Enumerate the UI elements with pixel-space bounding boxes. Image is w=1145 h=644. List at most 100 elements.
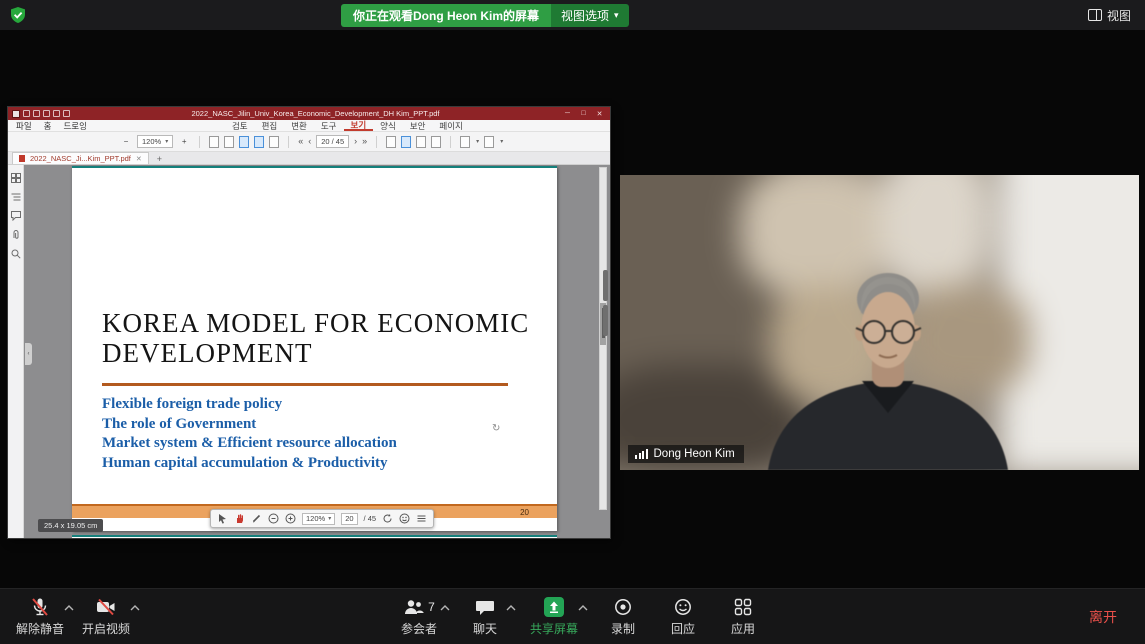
single-page-view-icon[interactable] [209, 136, 219, 148]
ribbon-tab-active[interactable]: 보기 [344, 120, 374, 131]
reaction-smiley-icon[interactable] [399, 513, 410, 524]
slide-page: KOREA MODEL FOR ECONOMIC DEVELOPMENT Fle… [72, 166, 557, 531]
security-shield-icon[interactable] [9, 6, 27, 24]
pointer-tool-icon[interactable] [217, 513, 228, 524]
ribbon-tab[interactable]: 양식 [373, 120, 403, 131]
floating-zoom-value: 120% [306, 514, 325, 523]
more-tools-icon[interactable] [484, 136, 494, 148]
start-video-button[interactable]: 开启视频 [76, 593, 136, 641]
zoom-out-button[interactable]: − [120, 136, 132, 148]
new-tab-button[interactable]: + [153, 154, 166, 164]
share-screen-button[interactable]: 共享屏幕 [524, 593, 584, 641]
participants-options-chevron[interactable] [440, 605, 450, 611]
pdf-app-icon [12, 110, 20, 118]
toolbar-menu-icon[interactable] [416, 513, 427, 524]
two-page-view-icon[interactable] [239, 136, 249, 148]
ribbon-tab[interactable]: 편집 [255, 120, 285, 131]
ribbon-tab[interactable]: 검토 [225, 120, 255, 131]
zoom-level-select[interactable]: 120% ▾ [137, 135, 173, 148]
page-indicator[interactable]: 20 / 45 [316, 135, 349, 148]
pdf-window-title: 2022_NASC_Jilin_Univ_Korea_Economic_Deve… [73, 109, 558, 118]
slide-divider [102, 383, 508, 386]
unmute-button[interactable]: 解除静音 [10, 593, 70, 641]
reading-mode-icon[interactable] [386, 136, 396, 148]
document-tab[interactable]: 2022_NASC_Ji...Kim_PPT.pdf ✕ [12, 152, 149, 164]
prev-page-button[interactable]: ‹ [308, 137, 311, 146]
full-width-view-icon[interactable] [416, 136, 426, 148]
zoom-out-icon[interactable] [268, 513, 279, 524]
ribbon-tab[interactable]: 도구 [314, 120, 344, 131]
participant-video-tile[interactable]: Dong Heon Kim [620, 175, 1139, 470]
audio-signal-icon [635, 449, 648, 459]
floating-page-field[interactable]: 20 [341, 513, 357, 525]
ribbon-tab[interactable]: 보안 [403, 120, 433, 131]
pdf-file-icon [19, 155, 25, 162]
chevron-down-icon: ▾ [328, 515, 331, 522]
share-options-chevron[interactable] [578, 605, 588, 611]
view-button[interactable]: 视图 [1082, 5, 1137, 25]
quick-access-icon[interactable] [63, 110, 70, 117]
share-screen-icon [544, 597, 564, 617]
reactions-label: 回应 [671, 620, 695, 637]
menu-drawing[interactable]: 드로잉 [63, 120, 86, 132]
pdf-window-titlebar[interactable]: 2022_NASC_Jilin_Univ_Korea_Economic_Deve… [8, 107, 610, 120]
shared-screen-area: 2022_NASC_Jilin_Univ_Korea_Economic_Deve… [0, 30, 1145, 588]
apps-label: 应用 [731, 620, 755, 637]
floating-zoom-select[interactable]: 120% ▾ [302, 513, 335, 525]
quick-access-icon[interactable] [53, 110, 60, 117]
page-layout-icon[interactable] [401, 136, 411, 148]
close-button[interactable]: ✕ [593, 110, 606, 118]
ribbon-tab[interactable]: 페이지 [432, 120, 469, 131]
camera-off-icon [95, 597, 117, 617]
continuous-view-icon[interactable] [224, 136, 234, 148]
zoom-in-button[interactable]: + [178, 136, 190, 148]
apps-button[interactable]: 应用 [716, 593, 770, 641]
share-screen-label: 共享屏幕 [530, 620, 578, 637]
quick-access-icon[interactable] [23, 110, 30, 117]
reactions-smiley-icon [673, 597, 693, 617]
rotate-page-icon[interactable] [382, 513, 393, 524]
two-page-scroll-view-icon[interactable] [254, 136, 264, 148]
ribbon-tab[interactable]: 변환 [284, 120, 314, 131]
fit-page-view-icon[interactable] [269, 136, 279, 148]
video-options-chevron[interactable] [130, 605, 140, 611]
view-options-button[interactable]: 视图选项 ▾ [551, 4, 629, 27]
audio-options-chevron[interactable] [64, 605, 74, 611]
zoom-in-icon[interactable] [285, 513, 296, 524]
banner-text: 你正在观看Dong Heon Kim的屏幕 [341, 4, 551, 27]
chat-icon [475, 597, 495, 617]
attachments-panel-icon[interactable] [11, 230, 21, 240]
document-area: ‹ KOREA MODEL FOR ECONOMIC DEVELOPMENT F… [8, 165, 610, 538]
collapse-arrow-icon: ‹ [28, 351, 30, 357]
hand-tool-icon[interactable] [234, 513, 245, 524]
menu-home[interactable]: 홈 [44, 120, 52, 132]
chat-button[interactable]: 聊天 [458, 593, 512, 641]
quick-access-icon[interactable] [33, 110, 40, 117]
bookmarks-panel-icon[interactable] [11, 192, 21, 202]
participants-count: 7 [428, 600, 435, 614]
sidebar-collapse-handle[interactable]: ‹ [25, 343, 32, 365]
reactions-button[interactable]: 回应 [656, 593, 710, 641]
comments-panel-icon[interactable] [11, 211, 21, 221]
search-panel-icon[interactable] [11, 249, 21, 259]
tab-close-icon[interactable]: ✕ [136, 155, 142, 163]
thumbnail-strip-icon[interactable] [431, 136, 441, 148]
participants-button[interactable]: 7 参会者 [392, 593, 446, 641]
last-page-button[interactable]: » [362, 137, 367, 146]
menu-file[interactable]: 파일 [16, 120, 32, 132]
leave-button[interactable]: 离开 [1079, 601, 1127, 633]
minimize-button[interactable]: ─ [561, 110, 574, 117]
first-page-button[interactable]: « [298, 137, 303, 146]
maximize-button[interactable]: □ [577, 110, 590, 117]
record-button[interactable]: 录制 [596, 593, 650, 641]
chevron-down-icon: ▾ [500, 138, 503, 145]
screen-watch-banner: 你正在观看Dong Heon Kim的屏幕 视图选项 ▾ [341, 4, 629, 27]
next-page-button[interactable]: › [354, 137, 357, 146]
annotate-pen-icon[interactable] [251, 513, 262, 524]
document-scrollbar[interactable] [599, 167, 607, 510]
quick-access-icon[interactable] [43, 110, 50, 117]
thumbnails-panel-icon[interactable] [11, 173, 21, 183]
rotate-view-icon[interactable] [460, 136, 470, 148]
chat-options-chevron[interactable] [506, 605, 516, 611]
meeting-control-bar: 解除静音 开启视频 [0, 588, 1145, 644]
